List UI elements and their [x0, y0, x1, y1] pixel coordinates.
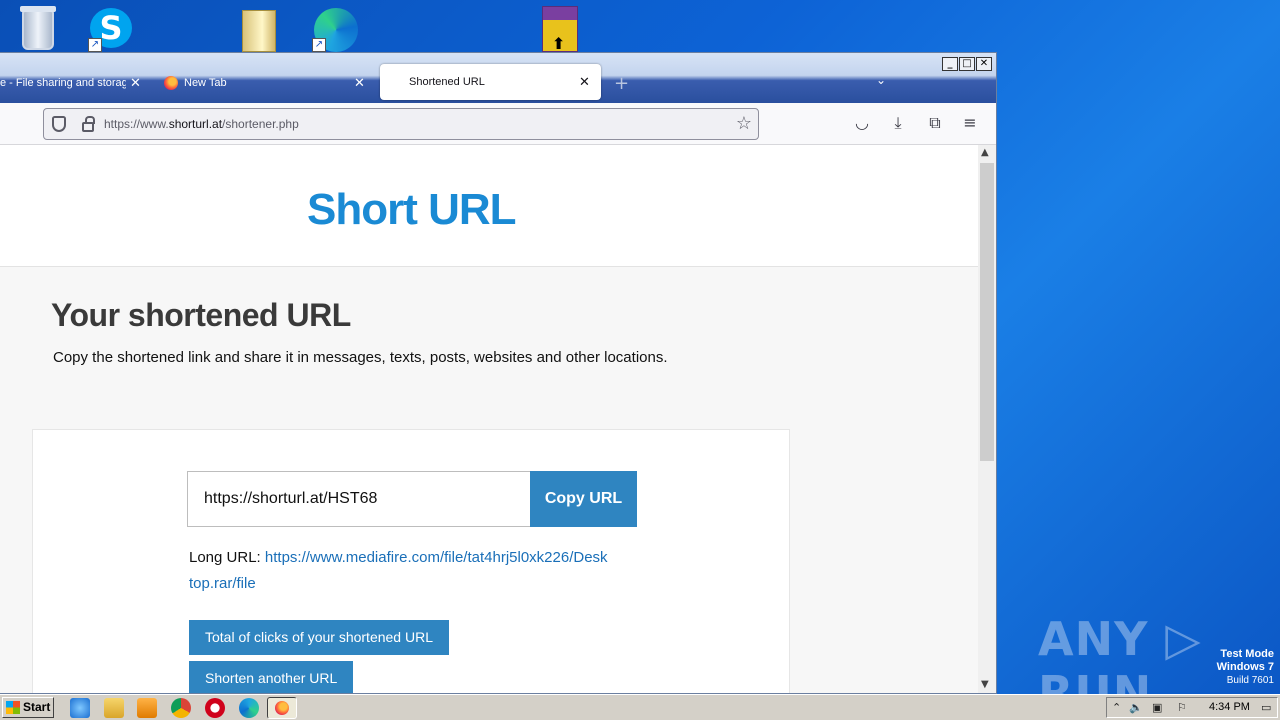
page-description: Copy the shortened link and share it in …: [53, 349, 668, 366]
tab-strip: e - File sharing and storag ✕ New Tab ✕ …: [0, 63, 996, 101]
volume-icon[interactable]: 🔈: [1129, 701, 1143, 714]
browser-window: _ □ ✕ e - File sharing and storag ✕ New …: [0, 52, 997, 694]
action-center-flag-icon[interactable]: ⚐: [1177, 701, 1187, 714]
shorten-another-button[interactable]: Shorten another URL: [189, 661, 354, 693]
firefox-icon: [164, 76, 178, 90]
firefox-taskbar-icon[interactable]: [267, 697, 297, 719]
show-desktop-icon[interactable]: ▭: [1261, 701, 1271, 714]
vertical-scrollbar[interactable]: ▲ ▼: [978, 145, 996, 693]
scrollbar-thumb[interactable]: [980, 163, 994, 461]
edge-taskbar-icon[interactable]: [239, 698, 259, 718]
show-hidden-icons-icon[interactable]: ⌃: [1112, 701, 1121, 714]
copy-url-button[interactable]: Copy URL: [530, 471, 637, 527]
lock-icon[interactable]: [82, 116, 95, 132]
tab-mediafire[interactable]: e - File sharing and storag ✕: [0, 65, 150, 101]
system-tray: ⌃ 🔈 ▣ ⚐ 4:34 PM ▭: [1106, 697, 1278, 718]
tab-new-tab[interactable]: New Tab ✕: [156, 65, 372, 101]
start-label: Start: [23, 700, 51, 714]
scroll-down-icon[interactable]: ▼: [981, 679, 989, 690]
url-domain: shorturl.at: [168, 117, 223, 131]
menu-icon[interactable]: ≡: [960, 113, 980, 133]
skype-icon[interactable]: S ↗: [88, 4, 136, 52]
chevron-down-icon[interactable]: ⌄: [876, 73, 886, 87]
total-clicks-button[interactable]: Total of clicks of your shortened URL: [189, 620, 449, 655]
test-mode-notice: Test Mode Windows 7 Build 7601: [1217, 648, 1274, 687]
os-text: Windows 7: [1216, 661, 1274, 673]
shield-icon[interactable]: [52, 116, 66, 132]
site-header: Short URL: [0, 145, 978, 267]
close-tab-icon[interactable]: ✕: [579, 74, 590, 90]
download-icon[interactable]: ⤓: [888, 113, 908, 133]
taskbar: Start ⌃ 🔈 ▣ ⚐ 4:34 PM ▭: [0, 694, 1280, 720]
close-tab-icon[interactable]: ✕: [130, 75, 141, 91]
new-tab-icon[interactable]: +: [614, 73, 629, 94]
tab-label: Shortened URL: [409, 76, 485, 88]
pocket-icon[interactable]: ◡: [852, 113, 872, 133]
navigation-bar: https://www.shorturl.at/shortener.php ☆ …: [0, 103, 996, 145]
build-text: Build 7601: [1226, 675, 1274, 686]
bookmark-star-icon[interactable]: ☆: [736, 113, 752, 134]
clock[interactable]: 4:34 PM: [1209, 701, 1250, 713]
ie-icon[interactable]: [70, 698, 90, 718]
tab-shortened-url[interactable]: Shortened URL ✕: [380, 64, 601, 100]
recycle-bin-icon[interactable]: [16, 4, 64, 52]
page-title: Your shortened URL: [51, 297, 351, 333]
tab-label: New Tab: [184, 77, 227, 89]
url-prefix: https://www.: [104, 117, 169, 131]
tab-label: e - File sharing and storag: [0, 77, 126, 89]
test-mode-text: Test Mode: [1220, 648, 1274, 660]
title-bar: _ □ ✕ e - File sharing and storag ✕ New …: [0, 53, 996, 103]
url-text[interactable]: https://www.shorturl.at/shortener.php: [104, 117, 299, 131]
result-card: https://shorturl.at/HST68 Copy URL Long …: [32, 429, 790, 693]
site-logo[interactable]: Short URL: [307, 185, 517, 235]
url-path: /shortener.php: [222, 117, 299, 131]
close-tab-icon[interactable]: ✕: [354, 75, 365, 91]
long-url: Long URL: https://www.mediafire.com/file…: [189, 545, 649, 597]
opera-icon[interactable]: [205, 698, 225, 718]
folder-icon[interactable]: [238, 4, 286, 52]
explorer-icon[interactable]: [104, 698, 124, 718]
winrar-icon[interactable]: ⬆: [536, 4, 584, 53]
start-button[interactable]: Start: [2, 697, 54, 718]
network-icon[interactable]: ▣: [1152, 701, 1162, 714]
scroll-up-icon[interactable]: ▲: [981, 147, 989, 158]
extensions-icon[interactable]: ⧉: [925, 113, 945, 133]
media-player-icon[interactable]: [137, 698, 157, 718]
short-url-field[interactable]: https://shorturl.at/HST68: [187, 471, 531, 527]
page-content: Short URL Your shortened URL Copy the sh…: [0, 145, 978, 693]
firefox-icon: [275, 701, 289, 715]
address-bar[interactable]: https://www.shorturl.at/shortener.php ☆: [43, 108, 759, 140]
long-url-label: Long URL:: [189, 549, 261, 566]
chrome-icon[interactable]: [171, 698, 191, 718]
edge-desktop-icon[interactable]: ↗: [312, 4, 360, 52]
windows-logo-icon: [6, 701, 20, 714]
